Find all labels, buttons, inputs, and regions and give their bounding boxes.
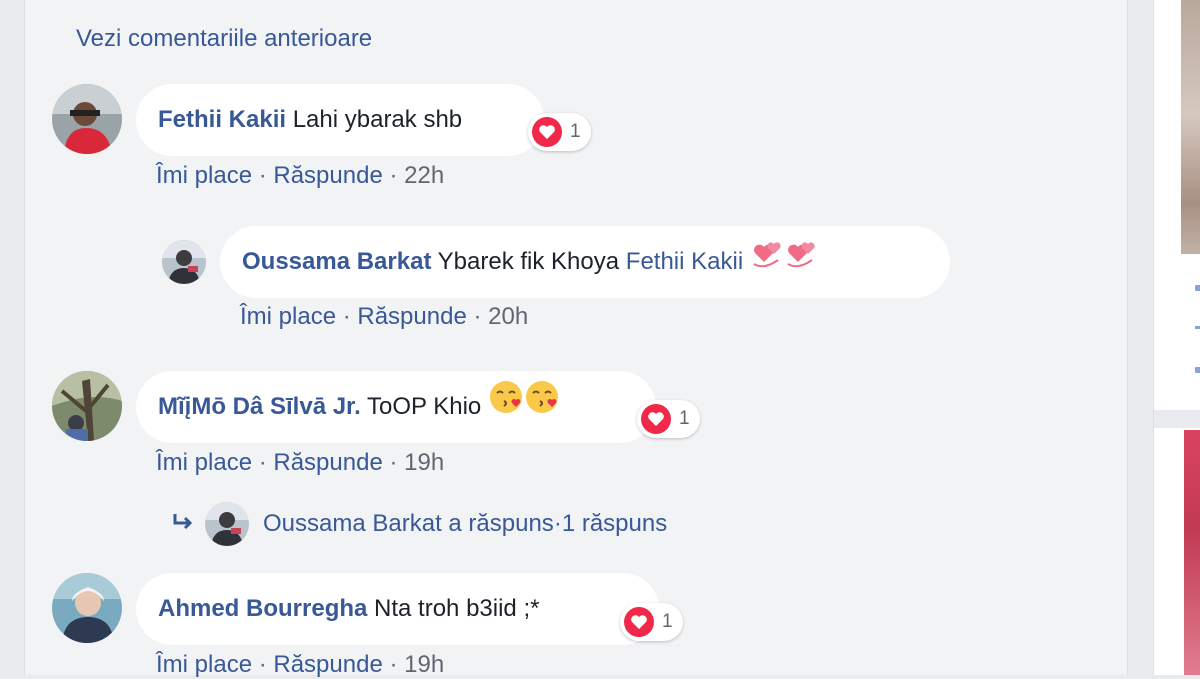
revolving-hearts-icon	[784, 227, 818, 299]
sidebar-text-fragment	[1195, 367, 1200, 373]
comment-text: ToOP Khio	[366, 393, 482, 420]
love-reaction-icon	[624, 607, 654, 637]
comment-bubble: MĩįMō Dâ Sīlvā Jr. ToOP Khio	[136, 371, 656, 443]
reaction-badge[interactable]: 1	[528, 113, 591, 151]
sidebar-image[interactable]	[1181, 0, 1200, 254]
comment-timestamp[interactable]: 19h	[404, 651, 444, 678]
divider	[1154, 410, 1200, 428]
comment-text: Lahi ybarak shb	[292, 106, 463, 133]
view-previous-comments-link[interactable]: Vezi comentariile anterioare	[76, 25, 372, 53]
reply-button[interactable]: Răspunde	[357, 303, 466, 330]
like-button[interactable]: Îmi place	[156, 651, 252, 678]
right-sidebar	[1153, 0, 1200, 675]
reaction-count: 1	[570, 121, 581, 142]
like-button[interactable]: Îmi place	[156, 162, 252, 189]
reply-button[interactable]: Răspunde	[273, 162, 382, 189]
love-reaction-icon	[532, 117, 562, 147]
sidebar-text-fragment	[1195, 326, 1200, 329]
comment-timestamp[interactable]: 22h	[404, 162, 444, 189]
comment-author-link[interactable]: Oussama Barkat	[242, 248, 431, 275]
comment-author-link[interactable]: MĩįMō Dâ Sīlvā Jr.	[158, 393, 361, 420]
comment-actions: Îmi place · Răspunde · 22h	[156, 162, 445, 189]
comment-bubble: Ahmed Bourregha Nta troh b3iid ;*	[136, 573, 659, 645]
mention-link[interactable]: Fethii Kakii	[626, 248, 743, 275]
reply-button[interactable]: Răspunde	[273, 651, 382, 678]
avatar[interactable]	[162, 240, 206, 284]
comments-panel: Vezi comentariile anterioare Fethii Kaki…	[24, 0, 1128, 678]
comment-text: Ybarek fik Khoya	[437, 248, 620, 275]
sidebar-image[interactable]	[1184, 430, 1200, 675]
reply-button[interactable]: Răspunde	[273, 449, 382, 476]
like-button[interactable]: Îmi place	[240, 303, 336, 330]
reply-summary-text: Oussama Barkat a răspuns	[263, 510, 554, 537]
avatar	[205, 502, 249, 546]
comment-text: Nta troh b3iid ;*	[374, 595, 540, 622]
comment-actions: Îmi place · Răspunde · 20h	[240, 303, 529, 330]
comment-timestamp[interactable]: 19h	[404, 449, 444, 476]
reaction-badge[interactable]: 1	[637, 400, 700, 438]
avatar[interactable]	[52, 573, 122, 643]
comment-bubble: Oussama Barkat Ybarek fik Khoya Fethii K…	[220, 226, 950, 298]
kissing-face-icon	[488, 372, 524, 444]
avatar[interactable]	[52, 371, 122, 441]
comment-actions: Îmi place · Răspunde · 19h	[156, 449, 445, 476]
comment-bubble: Fethii Kakii Lahi ybarak shb	[136, 84, 544, 156]
like-button[interactable]: Îmi place	[156, 449, 252, 476]
view-replies-link[interactable]: Oussama Barkat a răspuns · 1 răspuns	[171, 500, 667, 548]
reply-arrow-icon	[171, 511, 205, 537]
reply-count: 1 răspuns	[561, 510, 668, 537]
comment-timestamp[interactable]: 20h	[488, 303, 528, 330]
reaction-count: 1	[662, 611, 673, 632]
comment-author-link[interactable]: Ahmed Bourregha	[158, 595, 367, 622]
sidebar-text-fragment	[1195, 285, 1200, 291]
reaction-count: 1	[679, 408, 690, 429]
comment-author-link[interactable]: Fethii Kakii	[158, 106, 286, 133]
love-reaction-icon	[641, 404, 671, 434]
avatar[interactable]	[52, 84, 122, 154]
revolving-hearts-icon	[750, 227, 784, 299]
reaction-badge[interactable]: 1	[620, 603, 683, 641]
kissing-face-icon	[524, 372, 560, 444]
